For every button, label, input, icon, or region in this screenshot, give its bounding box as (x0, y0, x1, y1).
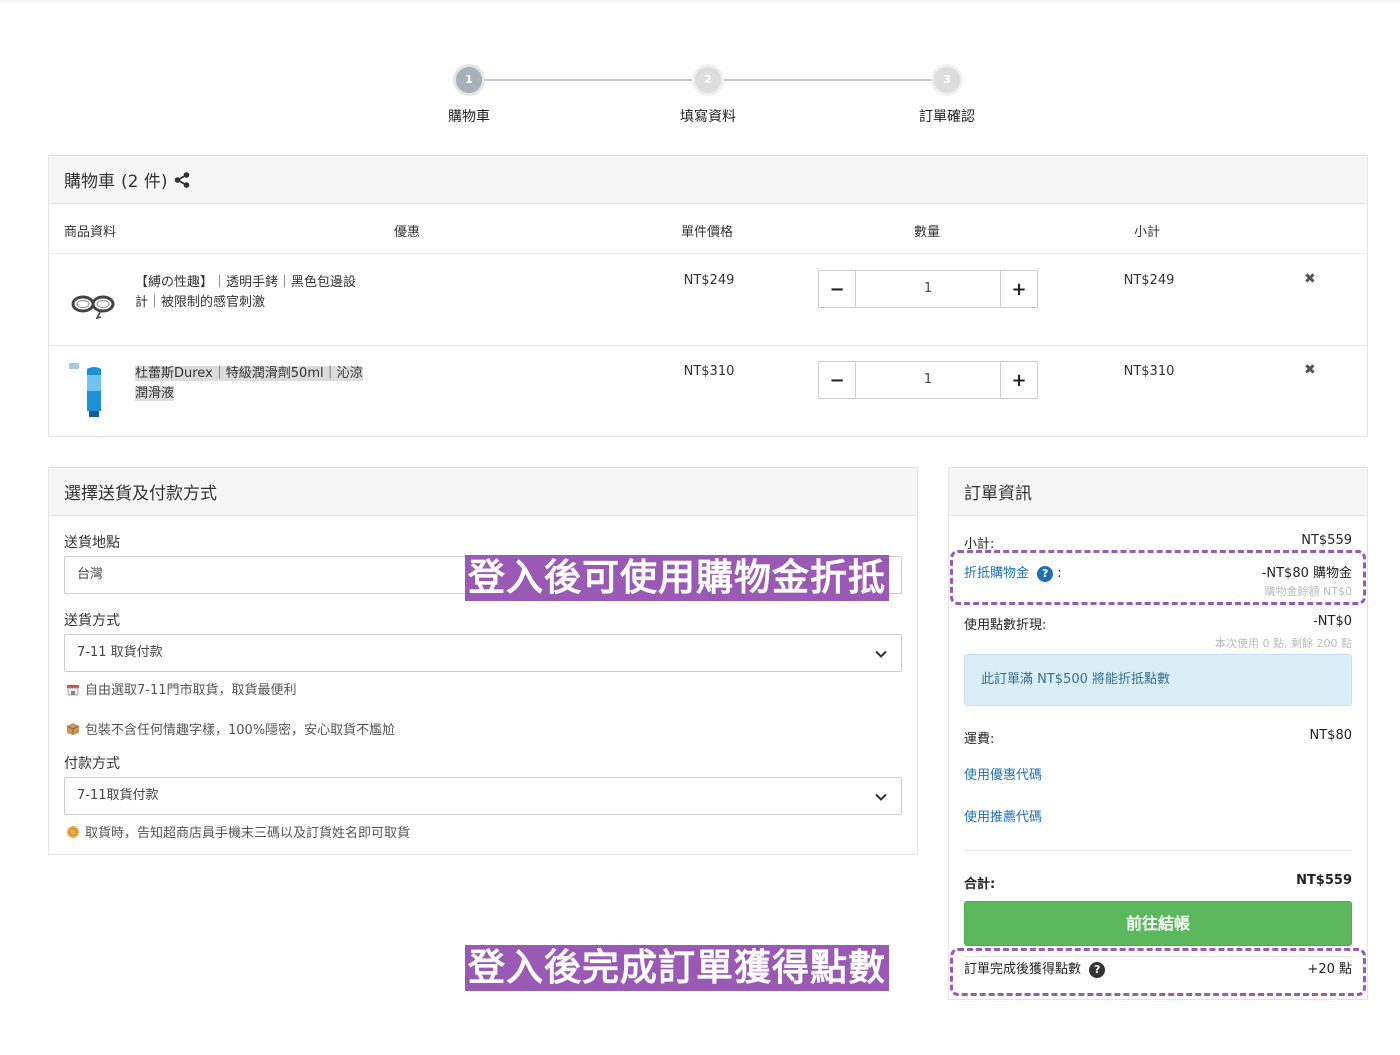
shipping-method-label: 送貨方式 (64, 613, 120, 629)
checkout-button[interactable]: 前往結帳 (964, 901, 1352, 946)
step-fill-info: 2 填寫資料 (648, 64, 768, 126)
points-line: 使用點數折現: -NT$0 (964, 614, 1352, 633)
shipping-note-text: 自由選取7-11門市取貨，取貨最便利 (85, 683, 297, 698)
header-quantity: 數量 (914, 225, 941, 240)
quantity-input[interactable]: 1 (856, 271, 1000, 307)
points-highlight-box (950, 948, 1366, 996)
total-line: 合計: NT$559 (964, 873, 1352, 892)
line-subtotal: NT$310 (1123, 364, 1175, 379)
coupon-line: 使用優惠代碼 (964, 764, 1352, 783)
product-thumbnail-handcuffs[interactable] (67, 270, 122, 330)
quantity-input[interactable]: 1 (856, 362, 1000, 398)
step-number: 3 (931, 64, 963, 96)
total-value: NT$559 (1296, 873, 1352, 888)
annotation-banner-credit: 登入後可使用購物金折抵 (465, 555, 889, 601)
cart-row: 杜蕾斯Durex｜特級潤滑劑50ml｜沁涼潤滑液 NT$310 − 1 + NT… (49, 346, 1367, 437)
cart-panel: 購物車 (2 件) 商品資料 優惠 單件價格 數量 小計 【縛の性趣】｜透明手銬… (48, 155, 1368, 437)
shipping-method-select[interactable]: 7-11 取貨付款 (64, 634, 902, 672)
product-name[interactable]: 【縛の性趣】｜透明手銬｜黑色包邊設計｜被限制的感官刺激 (135, 273, 365, 313)
share-icon[interactable] (173, 171, 191, 189)
payment-method-label: 付款方式 (64, 756, 120, 772)
store-icon (67, 684, 79, 695)
cart-title: 購物車 (64, 172, 115, 192)
order-title: 訂單資訊 (964, 484, 1032, 504)
points-note: 本次使用 0 點, 剩餘 200 點 (1215, 637, 1352, 650)
increase-button[interactable]: + (1000, 271, 1037, 307)
decrease-button[interactable]: − (819, 271, 856, 307)
step-label: 填寫資料 (680, 109, 736, 125)
points-alert: 此訂單滿 NT$500 將能折抵點數 (964, 654, 1352, 706)
package-icon (66, 722, 80, 735)
cart-table-header: 商品資料 優惠 單件價格 數量 小計 (49, 204, 1367, 254)
top-shadow (0, 0, 1400, 4)
header-unit-price: 單件價格 (681, 225, 734, 240)
shipping-method-value: 7-11 取貨付款 (77, 645, 163, 660)
header-subtotal: 小計 (1134, 225, 1161, 240)
step-number: 2 (692, 64, 724, 96)
unit-price: NT$249 (683, 273, 735, 288)
product-name-text: 杜蕾斯Durex｜特級潤滑劑50ml｜沁涼潤滑液 (135, 366, 363, 401)
points-label: 使用點數折現: (964, 618, 1047, 633)
checkout-stepper: 1 購物車 2 填寫資料 3 訂單確認 (0, 64, 1400, 134)
destination-value: 台灣 (77, 567, 104, 582)
remove-item-icon[interactable]: ✖ (1304, 362, 1316, 378)
referral-code-link[interactable]: 使用推薦代碼 (964, 806, 1042, 825)
quantity-stepper: − 1 + (818, 270, 1038, 308)
shipping-note-package: 包裝不含任何情趣字樣，100%隱密，安心取貨不尷尬 (66, 719, 395, 738)
total-label: 合計: (964, 877, 996, 892)
header-product: 商品資料 (64, 225, 117, 240)
unit-price: NT$310 (683, 364, 735, 379)
shipping-fee-line: 運費: NT$80 (964, 728, 1352, 747)
divider (964, 850, 1352, 851)
shipping-fee-label: 運費: (964, 732, 995, 747)
quantity-stepper: − 1 + (818, 361, 1038, 399)
header-discount: 優惠 (394, 225, 421, 240)
remove-item-icon[interactable]: ✖ (1304, 271, 1316, 287)
product-thumbnail-lubricant[interactable] (67, 361, 122, 421)
payment-method-value: 7-11取貨付款 (77, 788, 159, 803)
cart-row: 【縛の性趣】｜透明手銬｜黑色包邊設計｜被限制的感官刺激 NT$249 − 1 +… (49, 255, 1367, 346)
chevron-down-icon (875, 793, 887, 801)
step-confirm: 3 訂單確認 (887, 64, 1007, 126)
shipping-title: 選擇送貨及付款方式 (64, 484, 217, 504)
package-note-text: 包裝不含任何情趣字樣，100%隱密，安心取貨不尷尬 (85, 723, 396, 738)
credit-highlight-box (950, 550, 1366, 605)
points-value: -NT$0 (1313, 614, 1352, 629)
payment-note-text: 取貨時，告知超商店員手機末三碼以及訂貨姓名即可取貨 (85, 826, 411, 841)
decrease-button[interactable]: − (819, 362, 856, 398)
step-cart: 1 購物車 (409, 64, 529, 126)
line-subtotal: NT$249 (1123, 273, 1175, 288)
referral-line: 使用推薦代碼 (964, 806, 1352, 825)
destination-label: 送貨地點 (64, 535, 120, 551)
coupon-code-link[interactable]: 使用優惠代碼 (964, 764, 1042, 783)
cart-header: 購物車 (2 件) (49, 156, 1367, 204)
increase-button[interactable]: + (1000, 362, 1037, 398)
shipping-payment-panel: 選擇送貨及付款方式 送貨地點 台灣 送貨方式 7-11 取貨付款 自由選取7-1… (48, 467, 918, 855)
payment-method-select[interactable]: 7-11取貨付款 (64, 777, 902, 815)
coin-icon (67, 825, 79, 838)
chevron-down-icon (875, 650, 887, 658)
step-label: 訂單確認 (919, 109, 975, 125)
shipping-header: 選擇送貨及付款方式 (49, 468, 917, 516)
product-name[interactable]: 杜蕾斯Durex｜特級潤滑劑50ml｜沁涼潤滑液 (135, 364, 365, 404)
shipping-note-store: 自由選取7-11門市取貨，取貨最便利 (66, 679, 297, 698)
step-label: 購物車 (448, 109, 490, 125)
step-number: 1 (453, 64, 485, 96)
cart-count: (2 件) (121, 172, 168, 192)
payment-note: 取貨時，告知超商店員手機末三碼以及訂貨姓名即可取貨 (66, 822, 410, 841)
order-summary-panel: 訂單資訊 小計: NT$559 折抵購物金 ? : -NT$80 購物金 購物金… (948, 467, 1368, 1000)
order-header: 訂單資訊 (949, 468, 1367, 516)
annotation-banner-points: 登入後完成訂單獲得點數 (465, 945, 889, 991)
shipping-fee-value: NT$80 (1309, 728, 1352, 743)
